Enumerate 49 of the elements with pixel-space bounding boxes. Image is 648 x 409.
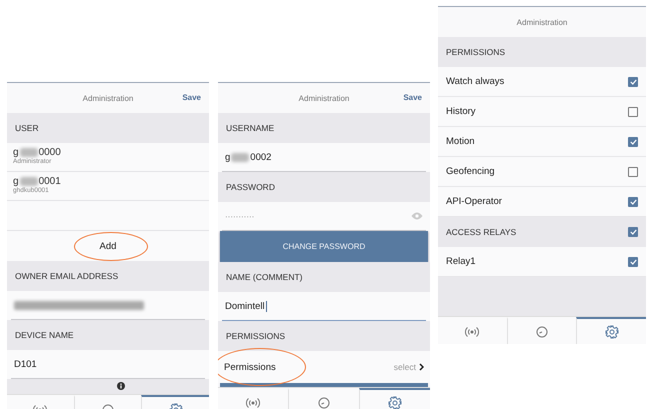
save-link[interactable]: Save <box>182 93 201 102</box>
section-title: USER <box>15 123 39 133</box>
section-title: ACCESS RELAYS <box>446 227 516 237</box>
info-icon[interactable] <box>117 382 125 390</box>
permission-row[interactable]: Watch always <box>438 67 646 97</box>
screen-title: Administration <box>516 18 568 26</box>
settings-icon <box>388 396 402 409</box>
section-title: PERMISSIONS <box>226 331 286 341</box>
change-password-button[interactable]: CHANGE PASSWORD <box>220 231 428 262</box>
checkbox[interactable] <box>628 256 638 266</box>
permission-row[interactable]: API-Operator <box>438 187 646 217</box>
section-title: DEVICE NAME <box>15 330 74 340</box>
chevron-icon <box>419 363 424 371</box>
user-name: g 0001 <box>13 176 62 187</box>
checkbox[interactable] <box>628 76 638 86</box>
permission-label: Watch always <box>446 76 504 87</box>
nav-tab[interactable] <box>576 317 646 344</box>
permission-label: Relay1 <box>446 256 476 267</box>
broadcast-icon <box>465 326 480 338</box>
section-title: PERMISSIONS <box>446 47 506 57</box>
permission-label: Motion <box>446 136 475 147</box>
permission-row[interactable]: Motion <box>438 127 646 157</box>
section-title: NAME (COMMENT) <box>226 272 302 282</box>
checkbox[interactable] <box>628 166 638 176</box>
screen-title: Administration <box>82 94 134 102</box>
permission-label: History <box>446 106 476 117</box>
section-title: PASSWORD <box>226 182 275 192</box>
checkbox[interactable] <box>628 196 638 206</box>
permission-label: Geofencing <box>446 166 495 177</box>
gauge-icon <box>536 326 548 338</box>
user-name: g 0000 <box>13 147 62 158</box>
row-label: Permissions <box>224 362 276 372</box>
permissions-row[interactable]: Permissions select <box>218 351 430 383</box>
section-title: USERNAME <box>226 123 274 133</box>
gauge-icon <box>318 396 330 408</box>
save-link[interactable]: Save <box>403 93 422 102</box>
permission-row[interactable]: History <box>438 97 646 127</box>
checkbox[interactable] <box>628 227 638 237</box>
add-button[interactable]: Add <box>96 238 120 254</box>
permission-label: API-Operator <box>446 196 502 207</box>
permission-row[interactable]: Relay1 <box>438 247 646 277</box>
settings-icon <box>604 324 619 338</box>
broadcast-icon <box>246 396 260 408</box>
checkbox[interactable] <box>628 136 638 146</box>
permission-row[interactable]: Geofencing <box>438 157 646 187</box>
checkbox[interactable] <box>628 106 638 116</box>
nav-tab[interactable] <box>359 388 430 409</box>
section-title: OWNER EMAIL ADDRESS <box>15 271 118 281</box>
screen-title: Administration <box>298 94 350 102</box>
